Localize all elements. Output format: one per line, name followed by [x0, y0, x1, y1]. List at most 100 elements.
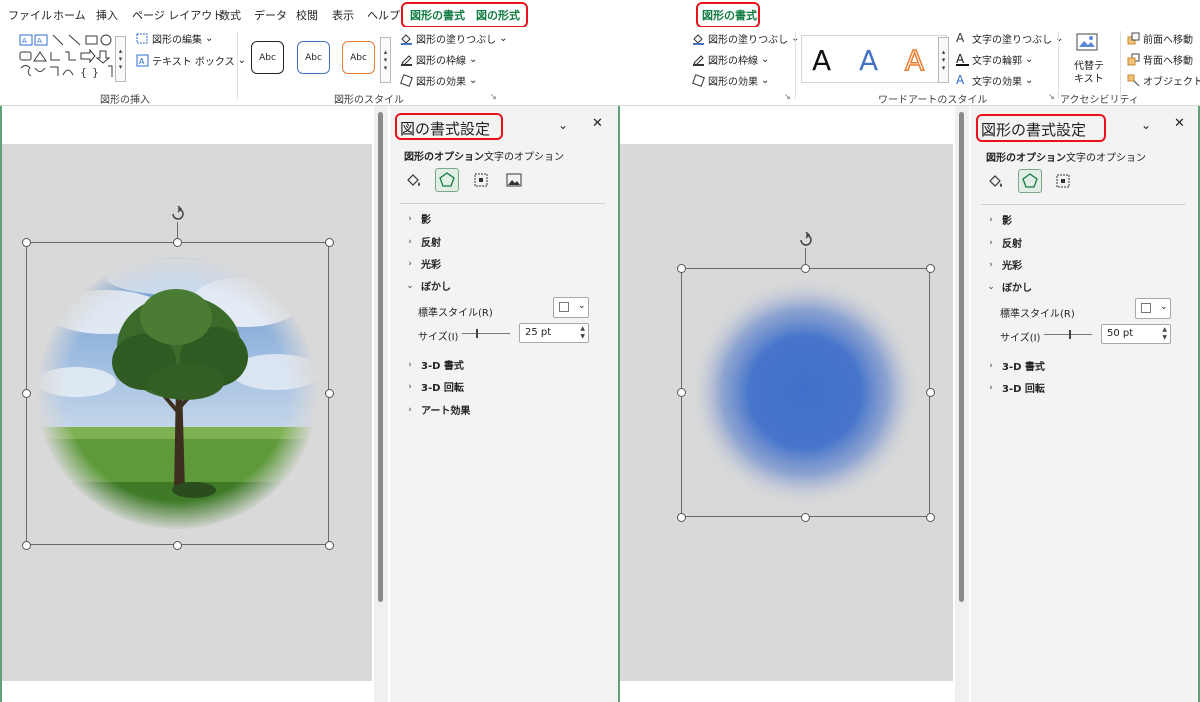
- size-spinner[interactable]: 50 pt ▲ ▼: [1101, 324, 1171, 344]
- wordart-sample-orange[interactable]: A: [904, 43, 925, 78]
- scrollbar-thumb-right[interactable]: [959, 112, 964, 602]
- shape-style-sample-orange[interactable]: Abc: [342, 41, 375, 74]
- picture-icon[interactable]: [502, 168, 526, 192]
- resize-handle-top[interactable]: [173, 238, 182, 247]
- tab-text-options[interactable]: 文字のオプション: [484, 148, 564, 163]
- section-artistic-effects[interactable]: › アート効果: [406, 402, 470, 418]
- size-properties-icon[interactable]: [1051, 169, 1075, 193]
- size-slider[interactable]: [462, 333, 510, 334]
- resize-handle-top-left[interactable]: [22, 238, 31, 247]
- wordart-sample-blue[interactable]: A: [859, 44, 878, 77]
- rotate-icon[interactable]: [170, 206, 186, 222]
- text-box-button[interactable]: A テキスト ボックス ⌄: [136, 53, 246, 68]
- section-3d-rotation[interactable]: › 3-D 回転: [987, 380, 1045, 396]
- resize-handle-top[interactable]: [801, 264, 810, 273]
- size-properties-icon[interactable]: [469, 168, 493, 192]
- pentagon-effects-icon[interactable]: [435, 168, 459, 192]
- size-spinner[interactable]: 25 pt ▲ ▼: [519, 323, 589, 343]
- menu-view[interactable]: 表示: [332, 7, 354, 23]
- bring-forward-button[interactable]: 前面へ移動: [1127, 31, 1193, 46]
- shape-fill-button[interactable]: 図形の塗りつぶし ⌄: [400, 31, 508, 46]
- rotate-icon[interactable]: [798, 232, 814, 248]
- shape-gallery-scroll[interactable]: ▴ ▾ ▾: [115, 36, 126, 82]
- section-shadow[interactable]: › 影: [406, 211, 431, 227]
- menu-formulas[interactable]: 数式: [219, 7, 241, 23]
- menu-page-layout[interactable]: ページ レイアウト: [132, 7, 223, 23]
- resize-handle-bottom-right[interactable]: [325, 541, 334, 550]
- resize-handle-bottom[interactable]: [801, 513, 810, 522]
- section-3d-format[interactable]: › 3-D 書式: [406, 357, 464, 373]
- right-shape-outline-button[interactable]: 図形の枠線 ⌄: [692, 52, 769, 67]
- section-reflection[interactable]: › 反射: [406, 234, 441, 250]
- text-outline-icon: A: [956, 53, 969, 66]
- send-backward-button[interactable]: 背面へ移動: [1127, 52, 1193, 67]
- right-shape-effects-button[interactable]: 図形の効果 ⌄: [692, 73, 769, 88]
- size-slider-thumb[interactable]: [1069, 330, 1071, 339]
- close-icon[interactable]: ✕: [1174, 116, 1185, 131]
- section-glow[interactable]: › 光彩: [987, 257, 1022, 273]
- text-outline-button[interactable]: A 文字の輪郭 ⌄: [956, 52, 1033, 67]
- menu-file[interactable]: ファイル: [8, 7, 52, 23]
- chevron-down-icon[interactable]: ⌄: [558, 118, 568, 132]
- highlight-right-pane-title: [976, 114, 1106, 142]
- edit-shape-button[interactable]: 図形の編集 ⌄: [136, 31, 213, 46]
- menu-review[interactable]: 校閲: [296, 7, 318, 23]
- dialog-launcher-icon[interactable]: ↘: [1048, 92, 1055, 101]
- pentagon-effects-icon[interactable]: [1018, 169, 1042, 193]
- resize-handle-left[interactable]: [677, 388, 686, 397]
- resize-handle-bottom-left[interactable]: [22, 541, 31, 550]
- shape-effects-button[interactable]: 図形の効果 ⌄: [400, 73, 477, 88]
- size-slider[interactable]: [1044, 334, 1092, 335]
- shape-style-sample-black[interactable]: Abc: [251, 41, 284, 74]
- section-reflection[interactable]: › 反射: [987, 235, 1022, 251]
- fill-bucket-icon[interactable]: [984, 169, 1008, 193]
- tab-shape-options[interactable]: 図形のオプション: [986, 149, 1066, 164]
- selection-pane-button[interactable]: オブジェクトの選: [1127, 73, 1200, 88]
- resize-handle-left[interactable]: [22, 389, 31, 398]
- close-icon[interactable]: ✕: [592, 116, 603, 131]
- dialog-launcher-icon[interactable]: ↘: [490, 92, 497, 101]
- text-effects-button[interactable]: A 文字の効果 ⌄: [956, 73, 1033, 89]
- resize-handle-right[interactable]: [926, 388, 935, 397]
- section-glow[interactable]: › 光彩: [406, 256, 441, 272]
- tab-text-options[interactable]: 文字のオプション: [1066, 149, 1146, 164]
- section-soft-edges[interactable]: ⌄ ぼかし: [406, 278, 451, 294]
- highlight-right-tab: [696, 2, 760, 28]
- shape-gallery[interactable]: A A { }: [18, 33, 126, 81]
- shape-style-sample-blue[interactable]: Abc: [297, 41, 330, 74]
- section-3d-format[interactable]: › 3-D 書式: [987, 358, 1045, 374]
- svg-text:A: A: [22, 37, 27, 45]
- wordart-sample-black[interactable]: A: [812, 44, 831, 77]
- alt-text-button[interactable]: 代替テ キスト: [1068, 33, 1106, 85]
- shape-style-gallery-scroll[interactable]: ▴ ▾ ▾: [380, 37, 391, 83]
- resize-handle-bottom[interactable]: [173, 541, 182, 550]
- chevron-down-icon[interactable]: ⌄: [1141, 118, 1151, 132]
- resize-handle-top-right[interactable]: [325, 238, 334, 247]
- text-fill-button[interactable]: A 文字の塗りつぶし ⌄: [956, 31, 1064, 47]
- shape-outline-button[interactable]: 図形の枠線 ⌄: [400, 52, 477, 67]
- menu-home[interactable]: ホーム: [53, 7, 86, 23]
- resize-handle-bottom-right[interactable]: [926, 513, 935, 522]
- menu-data[interactable]: データ: [254, 7, 287, 23]
- menu-help[interactable]: ヘルプ: [367, 7, 400, 23]
- shape-selection-frame: [681, 268, 930, 517]
- section-shadow[interactable]: › 影: [987, 212, 1012, 228]
- right-shape-fill-button[interactable]: 図形の塗りつぶし⌄: [692, 31, 800, 46]
- section-soft-edges[interactable]: ⌄ ぼかし: [987, 279, 1032, 295]
- fill-bucket-icon[interactable]: [402, 168, 426, 192]
- preset-dropdown[interactable]: ⌄: [1135, 298, 1171, 319]
- dialog-launcher-icon[interactable]: ↘: [784, 92, 791, 101]
- svg-text:A: A: [37, 37, 42, 45]
- resize-handle-right[interactable]: [325, 389, 334, 398]
- section-3d-rotation[interactable]: › 3-D 回転: [406, 379, 464, 395]
- preset-dropdown[interactable]: ⌄: [553, 297, 589, 318]
- scrollbar-thumb-left[interactable]: [378, 112, 383, 602]
- resize-handle-bottom-left[interactable]: [677, 513, 686, 522]
- tab-shape-options[interactable]: 図形のオプション: [404, 148, 484, 163]
- resize-handle-top-right[interactable]: [926, 264, 935, 273]
- wordart-gallery-scroll[interactable]: ▴ ▾ ▾: [938, 37, 949, 83]
- fill-bucket-icon: [401, 34, 412, 45]
- resize-handle-top-left[interactable]: [677, 264, 686, 273]
- size-slider-thumb[interactable]: [476, 329, 478, 338]
- menu-insert[interactable]: 挿入: [96, 7, 118, 23]
